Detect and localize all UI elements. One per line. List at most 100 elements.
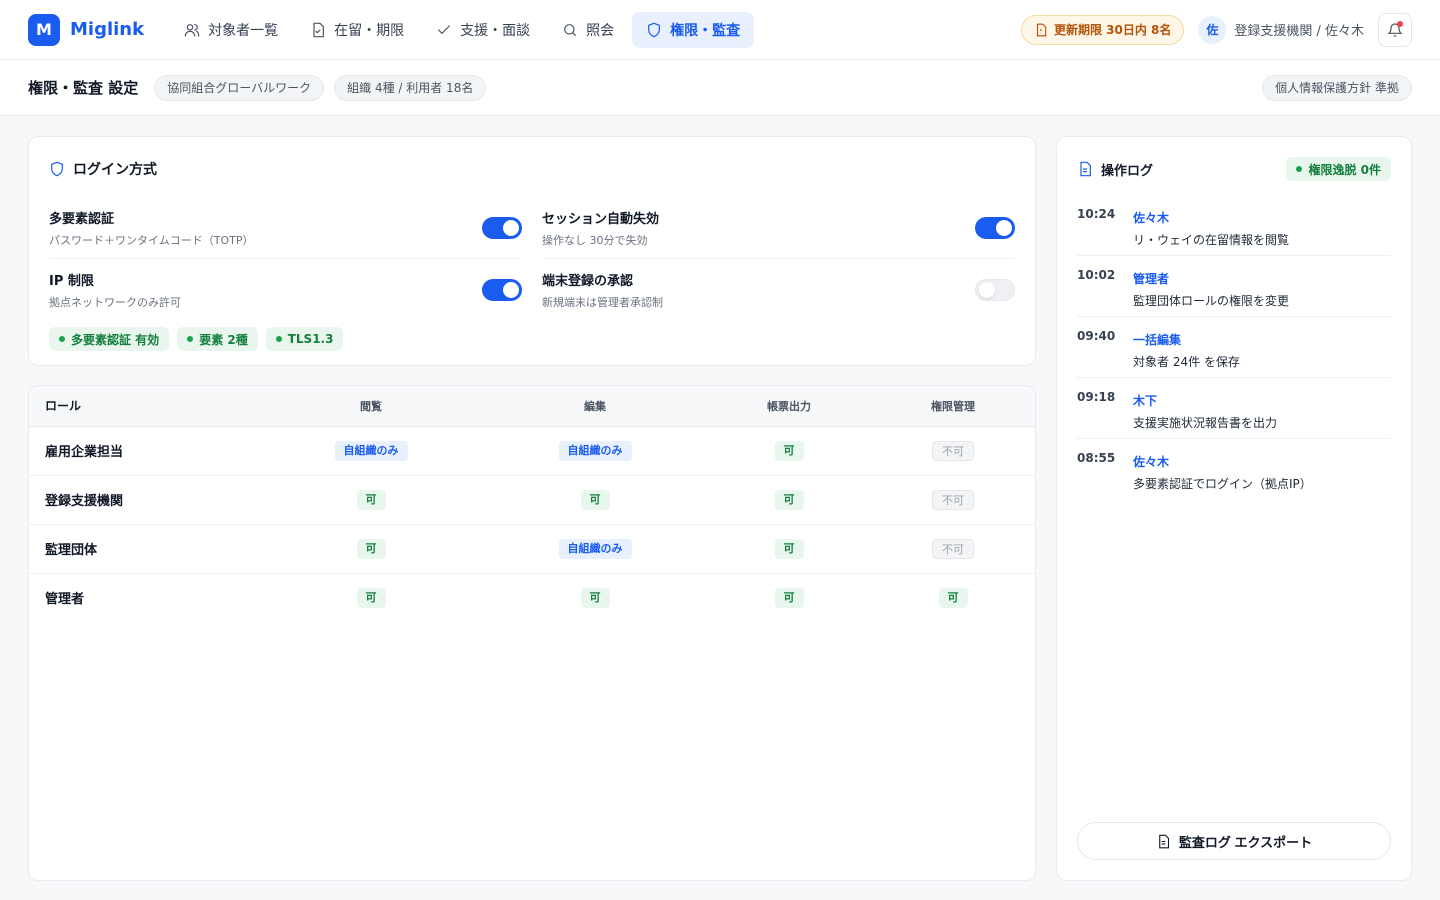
setting-name: セッション自動失効: [542, 211, 660, 227]
permission-badge[interactable]: 可: [774, 538, 804, 559]
log-list: 10:24 佐々木 リ・ウェイの在留情報を閲覧 10:02 管理者 監理団体ロー…: [1077, 195, 1391, 500]
mfa-toggle[interactable]: [482, 216, 522, 239]
status-badge: 権限逸脱 0件: [1286, 157, 1391, 181]
list-item[interactable]: 09:40 一括編集 対象者 24件 を保存: [1077, 317, 1391, 378]
role-name: 雇用企業担当: [29, 426, 259, 476]
log-action: 監理団体ロールの権限を変更: [1133, 294, 1290, 308]
table-row[interactable]: 登録支援機関 可 可 可 不可: [29, 475, 1035, 525]
nav-item-label: 照会: [586, 22, 615, 39]
status-badge: 多要素認証 有効: [49, 327, 170, 351]
page-title: 権限・監査 設定: [28, 79, 139, 97]
setting-ip-restriction: IP 制限 拠点ネットワークのみ許可: [49, 259, 522, 321]
log-actor[interactable]: 管理者: [1133, 270, 1289, 287]
permission-badge[interactable]: 可: [938, 587, 968, 608]
counts-chip: 組織 4種 / 利用者 18名: [334, 74, 487, 101]
permission-badge[interactable]: 自組織のみ: [334, 440, 408, 461]
log-action: リ・ウェイの在留情報を閲覧: [1133, 233, 1290, 247]
log-action: 多要素認証でログイン（拠点IP）: [1133, 477, 1312, 491]
nav-item-inquiry[interactable]: 照会: [548, 12, 628, 48]
nav-item-support[interactable]: 支援・面談: [422, 12, 544, 48]
log-actor[interactable]: 木下: [1133, 392, 1277, 409]
permission-badge[interactable]: 可: [356, 538, 386, 559]
top-navigation: M Miglink 対象者一覧 在留・期限 支援・面談 照会 権限・監査 更新期…: [0, 0, 1440, 60]
log-time: 09:40: [1077, 329, 1116, 343]
operation-log-card: 操作ログ 権限逸脱 0件 10:24 佐々木 リ・ウェイの在留情報を閲覧 10:…: [1056, 136, 1412, 881]
role-name: 管理者: [45, 592, 85, 608]
log-header: 操作ログ 権限逸脱 0件: [1077, 157, 1391, 181]
setting-desc: パスワード＋ワンタイムコード（TOTP）: [49, 233, 254, 247]
permission-badge[interactable]: 不可: [932, 538, 974, 559]
permission-badge[interactable]: 可: [356, 489, 386, 510]
log-time: 08:55: [1077, 451, 1116, 465]
nav-item-permissions[interactable]: 権限・監査: [632, 11, 755, 48]
ip-restriction-toggle[interactable]: [482, 279, 522, 301]
document-icon: [313, 22, 325, 37]
notifications-button[interactable]: [1378, 12, 1412, 47]
avatar: 佐: [1198, 15, 1227, 44]
log-time: 10:24: [1077, 207, 1116, 221]
nav-item-residence[interactable]: 在留・期限: [296, 12, 418, 48]
log-time: 10:02: [1077, 268, 1116, 282]
device-approval-toggle[interactable]: [975, 279, 1015, 301]
column-header-view: 閲覧: [259, 386, 483, 427]
permission-badge[interactable]: 可: [774, 587, 804, 608]
document-icon: [1080, 161, 1091, 177]
permission-badge[interactable]: 可: [580, 489, 610, 510]
setting-session-timeout: セッション自動失効 操作なし 30分で失効: [542, 197, 1015, 259]
permission-badge[interactable]: 不可: [932, 489, 974, 510]
permission-badge[interactable]: 可: [774, 489, 804, 510]
role-name: 登録支援機関: [29, 475, 259, 525]
app-name: Miglink: [70, 19, 145, 40]
role-name: 監理団体: [29, 524, 259, 574]
users-icon: [184, 23, 200, 37]
log-action: 支援実施状況報告書を出力: [1133, 416, 1278, 430]
permission-badge[interactable]: 可: [356, 587, 386, 608]
column-header-export: 帳票出力: [707, 386, 871, 427]
search-icon: [564, 23, 577, 36]
status-dot: [1296, 166, 1303, 172]
security-tags: 多要素認証 有効 要素 2種 TLS1.3: [49, 327, 1015, 351]
tag-label: TLS1.3: [287, 332, 334, 346]
table-row[interactable]: 監理団体 可 自組織のみ 可 不可: [29, 524, 1035, 574]
permission-badge[interactable]: 可: [580, 587, 610, 608]
table-row[interactable]: 雇用企業担当 自組織のみ 自組織のみ 可 不可: [29, 426, 1035, 476]
permission-badge[interactable]: 不可: [932, 440, 974, 461]
card-header: ログイン方式: [49, 159, 1015, 179]
tag-label: 多要素認証 有効: [71, 332, 160, 347]
log-actor[interactable]: 佐々木: [1133, 453, 1312, 470]
log-actor[interactable]: 佐々木: [1133, 209, 1289, 226]
setting-device-approval: 端末登録の承認 新規端末は管理者承認制: [542, 259, 1015, 321]
status-dot: [59, 336, 65, 342]
setting-mfa: 多要素認証 パスワード＋ワンタイムコード（TOTP）: [49, 197, 522, 259]
log-time: 09:18: [1077, 390, 1116, 404]
nav-right: 更新期限 30日内 8名 佐 登録支援機関 / 佐々木: [1020, 12, 1412, 47]
document-alert-icon: [1036, 23, 1047, 36]
shield-icon: [51, 161, 63, 177]
export-button-label: 監査ログ エクスポート: [1178, 834, 1313, 850]
nav-item-subjects[interactable]: 対象者一覧: [170, 12, 292, 48]
main-nav: 対象者一覧 在留・期限 支援・面談 照会 権限・監査: [170, 11, 755, 48]
session-timeout-toggle[interactable]: [975, 216, 1015, 239]
permission-badge[interactable]: 自組織のみ: [558, 440, 632, 461]
renewal-deadline-badge[interactable]: 更新期限 30日内 8名: [1020, 14, 1185, 45]
setting-name: IP 制限: [49, 274, 94, 289]
card-title: ログイン方式: [73, 162, 157, 178]
log-actor[interactable]: 一括編集: [1133, 331, 1240, 348]
status-dot: [187, 336, 194, 342]
column-header-edit: 編集: [483, 386, 707, 427]
list-item[interactable]: 10:24 佐々木 リ・ウェイの在留情報を閲覧: [1077, 195, 1391, 256]
nav-item-label: 支援・面談: [460, 22, 531, 39]
role-permissions-table: ロール 閲覧 編集 帳票出力 権限管理 雇用企業担当 自組織のみ 自組織のみ 可…: [29, 386, 1035, 622]
list-item[interactable]: 10:02 管理者 監理団体ロールの権限を変更: [1077, 256, 1391, 317]
user-menu[interactable]: 佐 登録支援機関 / 佐々木: [1198, 15, 1364, 44]
permission-badge[interactable]: 可: [774, 440, 804, 461]
list-item[interactable]: 08:55 佐々木 多要素認証でログイン（拠点IP）: [1077, 439, 1391, 500]
export-audit-log-button[interactable]: 監査ログ エクスポート: [1077, 822, 1391, 860]
permission-badge[interactable]: 自組織のみ: [558, 538, 632, 559]
list-item[interactable]: 09:18 木下 支援実施状況報告書を出力: [1077, 378, 1391, 439]
logo[interactable]: M Miglink: [28, 13, 145, 46]
table-row[interactable]: 管理者 可 可 可 可: [29, 573, 1035, 622]
user-label: 登録支援機関 / 佐々木: [1234, 24, 1364, 39]
organization-chip: 協同組合グローバルワーク: [154, 74, 325, 101]
status-dot: [275, 336, 282, 342]
